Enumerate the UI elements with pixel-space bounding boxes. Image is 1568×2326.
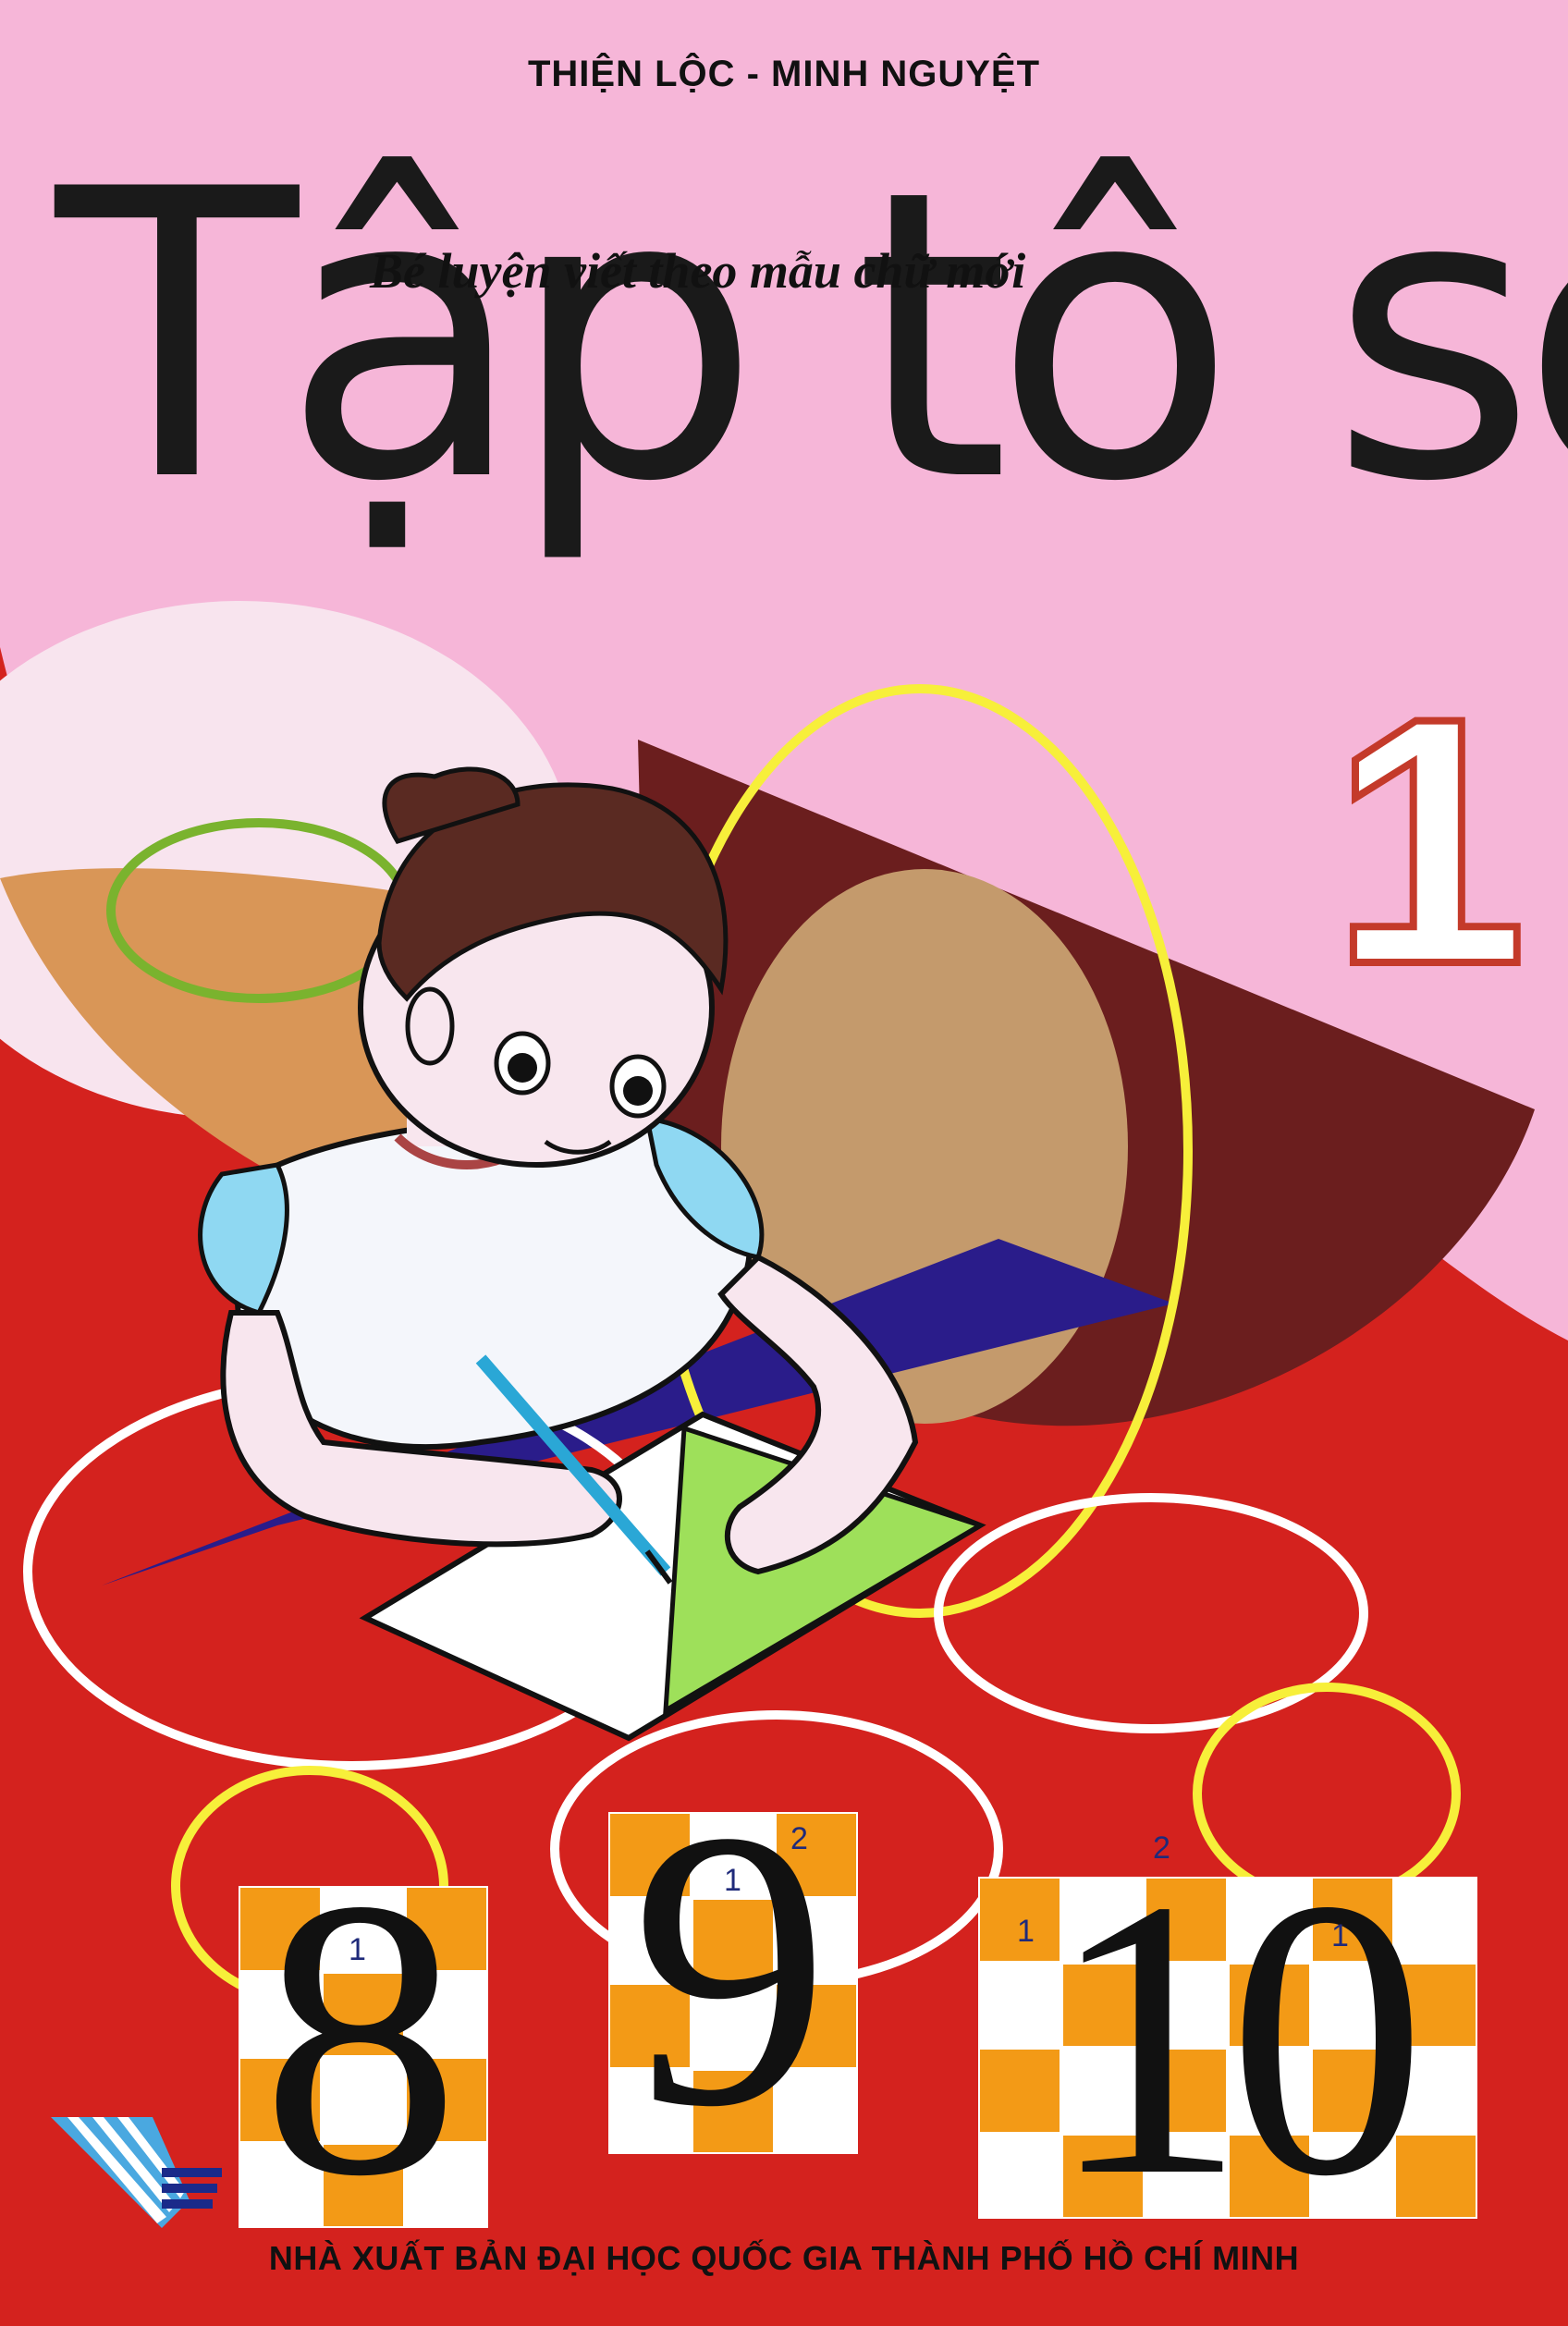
stroke-label: 2	[1153, 1830, 1170, 1866]
stroke-label: 1	[349, 1932, 366, 1967]
stroke-label: 1	[1017, 1914, 1035, 1949]
book-title: Tập tô số	[55, 106, 1568, 569]
practice-digit-8: 8	[261, 1818, 460, 2259]
book-subtitle: Bé luyện viết theo mẫu chữ mới	[370, 243, 1026, 299]
stroke-label: 1	[724, 1863, 741, 1898]
practice-digit-9: 9	[631, 1749, 830, 2189]
book-cover: THIỆN LỘC - MINH NGUYỆT Tập tô số Bé luy…	[0, 0, 1568, 2326]
stroke-label: 2	[790, 1821, 808, 1856]
publisher-name: NHÀ XUẤT BẢN ĐẠI HỌC QUỐC GIA THÀNH PHỐ …	[268, 2239, 1300, 2277]
publisher-logo	[51, 2117, 222, 2228]
stroke-label: 1	[1331, 1918, 1349, 1953]
volume-number: 1	[1328, 644, 1530, 1037]
practice-digit-10: 10	[1047, 1818, 1427, 2259]
authors: THIỆN LỘC - MINH NGUYỆT	[527, 54, 1041, 94]
